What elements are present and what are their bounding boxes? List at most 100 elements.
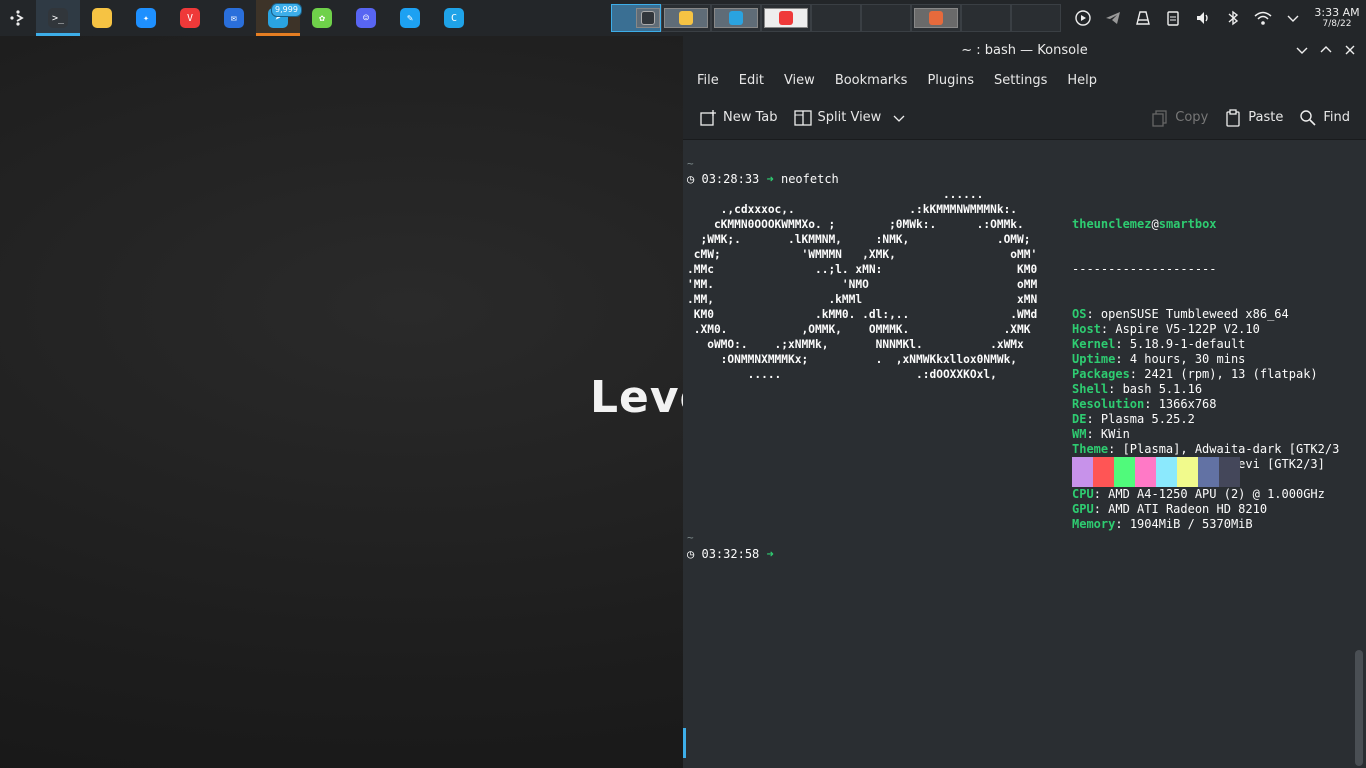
task-konsole[interactable]: >_: [36, 0, 80, 36]
info-key: WM: [1072, 427, 1087, 441]
menu-bar: File Edit View Bookmarks Plugins Settings Help: [683, 64, 1366, 96]
menu-bookmarks[interactable]: Bookmarks: [825, 73, 918, 88]
menu-plugins[interactable]: Plugins: [917, 73, 984, 88]
split-view-label: Split View: [817, 110, 882, 125]
palette-swatch: [1156, 457, 1177, 487]
paste-label: Paste: [1248, 110, 1284, 125]
task-discord[interactable]: ☺: [344, 0, 388, 36]
window-title: ~ : bash — Konsole: [961, 42, 1088, 58]
digital-clock[interactable]: 3:33 AM 7/8/22: [1308, 7, 1366, 30]
cwd-tilde: ~: [687, 531, 694, 544]
info-colon: :: [1144, 397, 1159, 411]
clipboard-icon[interactable]: [1158, 0, 1188, 36]
info-line-wm: WM: KWin: [1072, 427, 1339, 442]
info-value: 4 hours, 30 mins: [1129, 352, 1246, 366]
info-value: 1366x768: [1158, 397, 1217, 411]
browser-icon: C: [444, 8, 464, 28]
task-browser[interactable]: C: [432, 0, 476, 36]
info-line-resolution: Resolution: 1366x768: [1072, 397, 1339, 412]
terminal-scrollbar[interactable]: [1352, 140, 1366, 768]
info-line-de: DE: Plasma 5.25.2: [1072, 412, 1339, 427]
wifi-icon[interactable]: [1248, 0, 1278, 36]
media-player-icon[interactable]: [1068, 0, 1098, 36]
window-titlebar[interactable]: ~ : bash — Konsole: [683, 36, 1366, 64]
app-launcher-button[interactable]: [0, 0, 36, 36]
palette-swatch: [1093, 457, 1114, 487]
task-green-app[interactable]: ✿: [300, 0, 344, 36]
info-colon: :: [1093, 487, 1109, 501]
terminal-view[interactable]: ~ ◷ 03:28:33 ➜ neofetch ...... .,cdxxxoc…: [683, 140, 1366, 768]
info-colon: :: [1115, 337, 1130, 351]
find-button[interactable]: Find: [1291, 102, 1358, 134]
desktop-2[interactable]: [661, 4, 711, 32]
paste-icon: [1226, 108, 1240, 127]
desktop-5[interactable]: [811, 4, 861, 32]
menu-edit[interactable]: Edit: [729, 73, 774, 88]
task-vivaldi[interactable]: V: [168, 0, 212, 36]
info-value: AMD ATI Radeon HD 8210: [1108, 502, 1268, 516]
split-view-button[interactable]: Split View: [786, 102, 914, 134]
scrollbar-thumb[interactable]: [1355, 650, 1363, 766]
task-files[interactable]: [80, 0, 124, 36]
prompt-time: 03:28:33: [701, 172, 760, 186]
task-telegram[interactable]: ➤ 9,999: [256, 0, 302, 36]
terminal-icon: [641, 11, 655, 25]
new-tab-button[interactable]: New Tab: [691, 102, 786, 134]
copy-button[interactable]: Copy: [1143, 102, 1216, 134]
clock-icon: ◷: [687, 547, 695, 561]
pager-window: [764, 8, 808, 28]
desktop-8[interactable]: [961, 4, 1011, 32]
menu-file[interactable]: File: [687, 73, 729, 88]
prompt-line-2: ◷ 03:32:58 ➜: [687, 547, 774, 562]
desktop-9[interactable]: [1011, 4, 1061, 32]
desktop-6[interactable]: [861, 4, 911, 32]
close-button[interactable]: [1338, 36, 1362, 64]
cwd-tilde: ~: [687, 157, 694, 170]
info-line-cpu: CPU: AMD A4-1250 APU (2) @ 1.000GHz: [1072, 487, 1339, 502]
info-key: Packages: [1072, 367, 1130, 381]
maximize-button[interactable]: [1314, 36, 1338, 64]
desktop-1[interactable]: [611, 4, 661, 32]
pager-window: [636, 8, 660, 28]
desktop-3[interactable]: [711, 4, 761, 32]
task-store[interactable]: ✦: [124, 0, 168, 36]
palette-swatch: [1219, 457, 1240, 487]
info-value: Plasma 5.25.2: [1100, 412, 1195, 426]
copy-icon: [1152, 109, 1167, 127]
minimize-button[interactable]: [1290, 36, 1314, 64]
folder-icon: [679, 11, 693, 25]
info-separator: --------------------: [1072, 262, 1217, 276]
app-launcher-icon: [10, 10, 24, 26]
info-line-host: Host: Aspire V5-122P V2.10: [1072, 322, 1339, 337]
mail-icon: ✉: [224, 8, 244, 28]
desktop-7[interactable]: [911, 4, 961, 32]
bluetooth-icon[interactable]: [1218, 0, 1248, 36]
menu-settings[interactable]: Settings: [984, 73, 1057, 88]
info-value: AMD A4-1250 APU (2) @ 1.000GHz: [1108, 487, 1325, 501]
username: theunclemez: [1072, 217, 1152, 231]
info-line-memory: Memory: 1904MiB / 5370MiB: [1072, 517, 1339, 532]
task-mail[interactable]: ✉: [212, 0, 256, 36]
chevron-down-icon: [893, 115, 905, 122]
tray-expand-chevron-icon[interactable]: [1278, 0, 1308, 36]
menu-help[interactable]: Help: [1057, 73, 1107, 88]
desktop-4[interactable]: [761, 4, 811, 32]
green-app-icon: ✿: [312, 8, 332, 28]
paste-button[interactable]: Paste: [1216, 102, 1291, 134]
info-colon: :: [1100, 322, 1116, 336]
telegram-tray-icon[interactable]: [1098, 0, 1128, 36]
info-colon: :: [1115, 517, 1130, 531]
info-colon: :: [1115, 352, 1130, 366]
palette-swatch: [1135, 457, 1156, 487]
menu-view[interactable]: View: [774, 73, 825, 88]
info-colon: :: [1129, 367, 1145, 381]
info-key: Resolution: [1072, 397, 1145, 411]
task-manager: >_ ✦ V ✉ ➤ 9,999 ✿ ☺ ✎ C: [36, 0, 476, 36]
info-line-shell: Shell: bash 5.1.16: [1072, 382, 1339, 397]
vlc-icon[interactable]: [1128, 0, 1158, 36]
folder-icon: [92, 8, 112, 28]
palette-swatch: [1198, 457, 1219, 487]
task-chat[interactable]: ✎: [388, 0, 432, 36]
volume-icon[interactable]: [1188, 0, 1218, 36]
info-key: Kernel: [1072, 337, 1116, 351]
